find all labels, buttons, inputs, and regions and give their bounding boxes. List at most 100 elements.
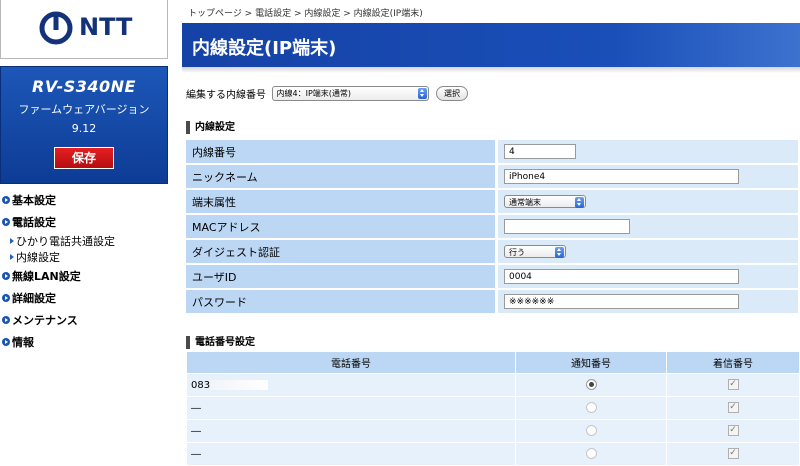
main-content: トップページ > 電話設定 > 内線設定 > 内線設定(IP端末) 内線設定(I… bbox=[182, 0, 800, 465]
ntt-logo-icon bbox=[39, 11, 73, 45]
nav-label: 電話設定 bbox=[12, 216, 56, 229]
nav-label: 無線LAN設定 bbox=[12, 270, 81, 283]
incoming-cell: ✓ bbox=[667, 374, 799, 396]
side-nav: 基本設定 電話設定 ひかり電話共通設定 内線設定 無線LAN設定 詳細設定 メン… bbox=[0, 190, 168, 354]
row-password: パスワード ※※※※※※ bbox=[186, 290, 798, 313]
nav-sub-label: ひかり電話共通設定 bbox=[16, 235, 115, 248]
nav-hikari-common[interactable]: ひかり電話共通設定 bbox=[0, 234, 168, 250]
notify-cell bbox=[516, 420, 666, 442]
nav-label: 情報 bbox=[12, 336, 34, 349]
incoming-checkbox-checked[interactable]: ✓ bbox=[727, 379, 739, 391]
mac-address-input[interactable] bbox=[504, 219, 630, 234]
notify-cell bbox=[516, 374, 666, 396]
phone-number-cell: ― bbox=[187, 443, 515, 465]
triangle-right-icon bbox=[10, 238, 14, 244]
section-bar bbox=[186, 335, 190, 349]
terminal-type-select[interactable]: 通常端末 bbox=[504, 195, 586, 209]
nav-basic-settings[interactable]: 基本設定 bbox=[0, 190, 168, 212]
mac-address-cell bbox=[495, 215, 798, 238]
phone-number-cell: 083 bbox=[187, 374, 515, 396]
edit-extension-row: 編集する内線番号 内線4：IP端末(通常) 選択 bbox=[186, 86, 468, 101]
incoming-checkbox-checked[interactable]: ✓ bbox=[727, 402, 739, 414]
digest-auth-select[interactable]: 行う bbox=[504, 245, 566, 259]
triangle-right-icon bbox=[10, 254, 14, 260]
save-button[interactable]: 保存 bbox=[54, 147, 114, 169]
phone-number-table: 電話番号 通知番号 着信番号 083 ✓ ― ✓ ― ✓ ― ✓ bbox=[186, 351, 800, 466]
arrow-circle-icon bbox=[2, 338, 10, 346]
nav-detail-settings[interactable]: 詳細設定 bbox=[0, 288, 168, 310]
select-button[interactable]: 選択 bbox=[436, 86, 468, 101]
model-name: RV-S340NE bbox=[32, 77, 136, 96]
phone-table-header: 電話番号 通知番号 着信番号 bbox=[187, 352, 799, 373]
extension-number-label: 内線番号 bbox=[186, 140, 495, 163]
password-cell: ※※※※※※ bbox=[495, 290, 798, 313]
notify-cell bbox=[516, 397, 666, 419]
nav-label: メンテナンス bbox=[12, 314, 78, 327]
select-stepper-icon bbox=[555, 247, 564, 259]
row-extension-number: 内線番号 4 bbox=[186, 140, 798, 163]
phone-number-cell: ― bbox=[187, 420, 515, 442]
password-label: パスワード bbox=[186, 290, 495, 313]
table-row: 083 ✓ bbox=[187, 374, 799, 396]
extension-number-input[interactable]: 4 bbox=[504, 144, 576, 159]
phone-section-title: 電話番号設定 bbox=[195, 337, 255, 348]
table-row: ― ✓ bbox=[187, 443, 799, 465]
ext-section-title: 内線設定 bbox=[195, 122, 235, 133]
page-title: 内線設定(IP端末) bbox=[192, 38, 337, 59]
extension-number-cell: 4 bbox=[495, 140, 798, 163]
col-notify-number: 通知番号 bbox=[516, 352, 666, 373]
arrow-circle-icon bbox=[2, 218, 10, 226]
nav-info[interactable]: 情報 bbox=[0, 332, 168, 354]
nickname-input[interactable]: iPhone4 bbox=[504, 169, 739, 184]
nav-wlan-settings[interactable]: 無線LAN設定 bbox=[0, 266, 168, 288]
title-shadow bbox=[182, 67, 800, 73]
select-stepper-icon bbox=[417, 88, 427, 99]
row-user-id: ユーザID 0004 bbox=[186, 265, 798, 288]
arrow-circle-icon bbox=[2, 196, 10, 204]
table-row: ― ✓ bbox=[187, 420, 799, 442]
title-bar: 内線設定(IP端末) bbox=[182, 23, 800, 73]
row-digest-auth: ダイジェスト認証 行う bbox=[186, 240, 798, 263]
incoming-checkbox-checked[interactable]: ✓ bbox=[727, 425, 739, 437]
terminal-type-cell: 通常端末 bbox=[495, 190, 798, 213]
nav-extension-settings[interactable]: 内線設定 bbox=[0, 250, 168, 266]
arrow-circle-icon bbox=[2, 272, 10, 280]
password-input[interactable]: ※※※※※※ bbox=[504, 294, 739, 309]
col-incoming-number: 着信番号 bbox=[667, 352, 799, 373]
nickname-cell: iPhone4 bbox=[495, 165, 798, 188]
sidebar: NTT RV-S340NE ファームウェアバージョン 9.12 保存 基本設定 … bbox=[0, 0, 168, 458]
digest-auth-value: 行う bbox=[509, 248, 525, 258]
user-id-label: ユーザID bbox=[186, 265, 495, 288]
nav-sub-label: 内線設定 bbox=[16, 251, 60, 264]
extension-select-value: 内線4：IP端末(通常) bbox=[276, 89, 352, 98]
ntt-brand-text: NTT bbox=[79, 13, 133, 41]
breadcrumb: トップページ > 電話設定 > 内線設定 > 内線設定(IP端末) bbox=[188, 9, 423, 19]
ntt-logo: NTT bbox=[0, 0, 168, 59]
model-panel: RV-S340NE ファームウェアバージョン 9.12 保存 bbox=[0, 66, 168, 184]
nav-phone-settings[interactable]: 電話設定 bbox=[0, 212, 168, 234]
firmware-version: 9.12 bbox=[71, 122, 97, 135]
arrow-circle-icon bbox=[2, 316, 10, 324]
table-row: ― ✓ bbox=[187, 397, 799, 419]
extension-settings-table: 内線番号 4 ニックネーム iPhone4 端末属性 通常端末 MACアドレス … bbox=[186, 138, 798, 315]
nav-maintenance[interactable]: メンテナンス bbox=[0, 310, 168, 332]
nickname-label: ニックネーム bbox=[186, 165, 495, 188]
row-terminal-type: 端末属性 通常端末 bbox=[186, 190, 798, 213]
notify-radio-selected[interactable] bbox=[585, 379, 597, 391]
mac-address-label: MACアドレス bbox=[186, 215, 495, 238]
phone-section-heading: 電話番号設定 bbox=[186, 333, 255, 349]
notify-radio[interactable] bbox=[585, 425, 597, 437]
nav-label: 基本設定 bbox=[12, 194, 56, 207]
firmware-label: ファームウェアバージョン bbox=[18, 103, 150, 116]
phone-number-cell: ― bbox=[187, 397, 515, 419]
user-id-input[interactable]: 0004 bbox=[504, 269, 739, 284]
terminal-type-value: 通常端末 bbox=[509, 198, 541, 208]
terminal-type-label: 端末属性 bbox=[186, 190, 495, 213]
incoming-cell: ✓ bbox=[667, 397, 799, 419]
edit-extension-label: 編集する内線番号 bbox=[186, 90, 266, 101]
digest-auth-label: ダイジェスト認証 bbox=[186, 240, 495, 263]
incoming-cell: ✓ bbox=[667, 420, 799, 442]
select-stepper-icon bbox=[575, 197, 584, 209]
notify-radio[interactable] bbox=[585, 402, 597, 414]
extension-select[interactable]: 内線4：IP端末(通常) bbox=[271, 86, 429, 101]
